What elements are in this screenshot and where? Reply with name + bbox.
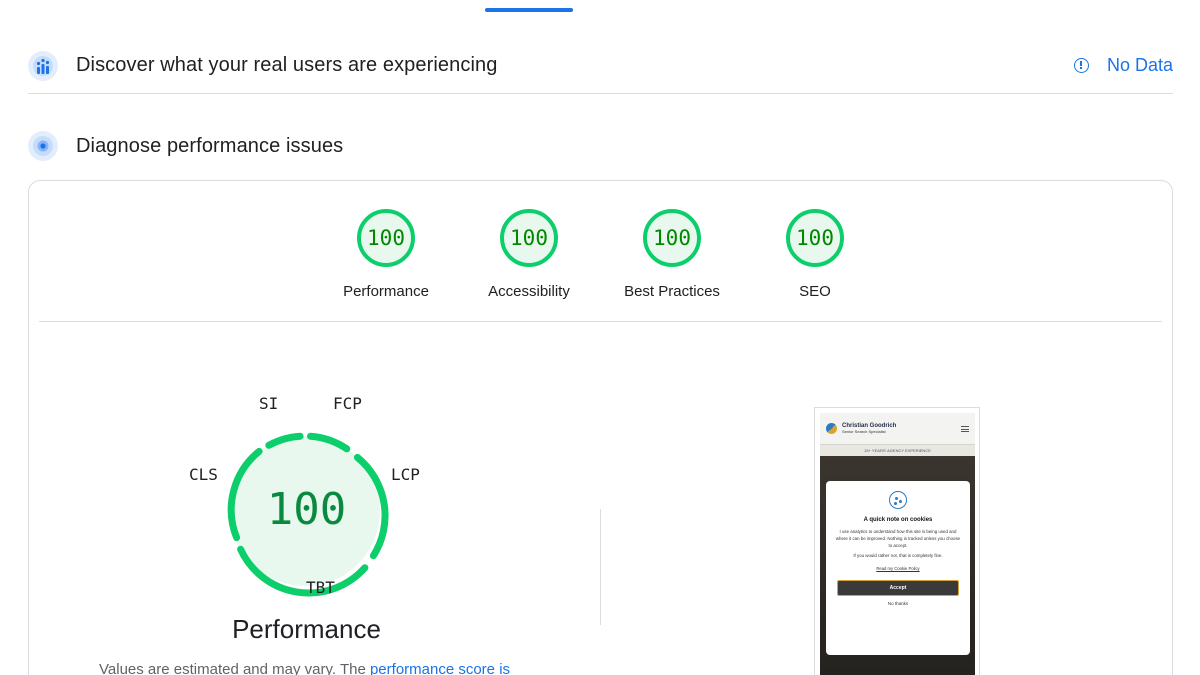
- gauge-score: 100: [510, 226, 548, 250]
- gauge-label: Accessibility: [488, 283, 570, 300]
- site-logo-icon: [826, 423, 837, 434]
- cookie-text: I use analytics to understand how this s…: [835, 529, 961, 548]
- no-data-label[interactable]: No Data: [1107, 55, 1173, 76]
- gauge-accessibility[interactable]: 100 Accessibility: [473, 209, 586, 300]
- info-icon[interactable]: [1073, 58, 1089, 73]
- metric-label-si: SI: [259, 394, 279, 413]
- active-tab-indicator: [485, 8, 573, 12]
- preview-banner: 15+ YEARS' AGENCY EXPERIENCE: [820, 444, 975, 456]
- cookie-dialog: A quick note on cookies I use analytics …: [826, 481, 970, 655]
- gauge-seo[interactable]: 100 SEO: [759, 209, 872, 300]
- metric-label-tbt: TBT: [306, 578, 335, 597]
- users-chart-icon: [28, 50, 58, 81]
- cookie-text-secondary: If you would rather not, that is complet…: [853, 553, 943, 559]
- preview-header: Christian Goodrich Senior Search Special…: [820, 413, 975, 444]
- metric-label-fcp: FCP: [333, 394, 362, 413]
- performance-score: 100: [266, 484, 347, 535]
- gauge-ring: 100: [786, 209, 844, 267]
- gauge-score: 100: [653, 226, 691, 250]
- footnote-text: Values are estimated and may vary. The: [99, 661, 370, 675]
- gauge-label: Best Practices: [624, 283, 720, 300]
- cookie-decline-link: No thanks: [887, 601, 909, 607]
- preview-site-subtitle: Senior Search Specialist: [842, 429, 886, 435]
- report-card: 100 Performance 100 Accessibility 100 Be…: [28, 180, 1173, 675]
- crux-section-header: Discover what your real users are experi…: [28, 38, 1173, 94]
- crux-title: Discover what your real users are experi…: [76, 54, 498, 76]
- gauge-ring: 100: [500, 209, 558, 267]
- cookie-policy-link: Read my Cookie Policy: [876, 566, 920, 572]
- vertical-divider: [600, 509, 601, 625]
- gauge-label: SEO: [799, 283, 831, 300]
- score-footnote: Values are estimated and may vary. The p…: [99, 661, 510, 675]
- diagnose-title: Diagnose performance issues: [76, 134, 344, 157]
- hamburger-menu-icon: [961, 425, 969, 432]
- preview-site-name: Christian Goodrich: [842, 422, 897, 429]
- gauge-label: Performance: [343, 283, 429, 300]
- performance-score-link[interactable]: performance score is: [370, 661, 510, 675]
- gauge-ring: 100: [357, 209, 415, 267]
- gauge-best-practices[interactable]: 100 Best Practices: [616, 209, 729, 300]
- gauge-score: 100: [796, 226, 834, 250]
- category-gauges: 100 Performance 100 Accessibility 100 Be…: [29, 209, 1172, 300]
- metric-label-cls: CLS: [189, 465, 218, 484]
- performance-metrics-gauge: SI FCP LCP TBT CLS 100 Performance: [179, 394, 434, 646]
- metric-label-lcp: LCP: [391, 465, 420, 484]
- no-data-indicator[interactable]: No Data: [1073, 55, 1173, 76]
- lighthouse-radar-icon: [28, 131, 58, 161]
- phone-preview: Christian Goodrich Senior Search Special…: [820, 413, 975, 675]
- performance-label: Performance: [232, 614, 381, 644]
- gauge-ring: 100: [643, 209, 701, 267]
- diagnose-section-header: Diagnose performance issues: [28, 128, 1173, 164]
- cookie-icon: [889, 491, 907, 509]
- gauge-performance[interactable]: 100 Performance: [330, 209, 443, 300]
- gauge-score: 100: [367, 226, 405, 250]
- cookie-accept-button: Accept: [837, 580, 959, 597]
- card-divider: [39, 321, 1162, 322]
- cookie-title: A quick note on cookies: [863, 517, 933, 523]
- final-screenshot-thumbnail[interactable]: Christian Goodrich Senior Search Special…: [814, 407, 980, 675]
- preview-brand: Christian Goodrich Senior Search Special…: [842, 423, 896, 435]
